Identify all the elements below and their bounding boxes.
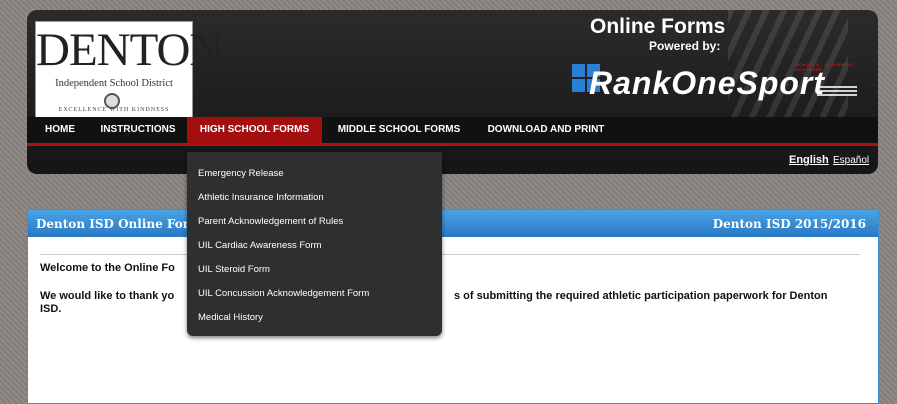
nav-instructions[interactable]: INSTRUCTIONS <box>93 117 183 143</box>
lang-english-link[interactable]: English <box>789 154 829 166</box>
logo-subtitle: Independent School District <box>55 78 173 89</box>
thanks-text-start: We would like to thank yo <box>40 290 175 302</box>
rankone-brand-name[interactable]: RankOneSport <box>589 65 825 102</box>
menu-item-steroid-form[interactable]: UIL Steroid Form <box>198 264 270 275</box>
thanks-text-end: s of submitting the required athletic pa… <box>454 290 828 302</box>
lang-spanish-link[interactable]: Español <box>833 155 869 166</box>
nav-home[interactable]: HOME <box>40 117 80 143</box>
logo-name: DENTON <box>36 24 223 76</box>
menu-item-emergency-release[interactable]: Emergency Release <box>198 168 284 179</box>
main-nav: HOME INSTRUCTIONS HIGH SCHOOL FORMS MIDD… <box>27 117 878 146</box>
panel-year: Denton ISD 2015/2016 <box>712 217 866 231</box>
site-header: DENTON Independent School District EXCEL… <box>27 10 878 174</box>
content-panel: Denton ISD Online For Denton ISD 2015/20… <box>27 209 879 404</box>
powered-by-label: Powered by: <box>649 39 721 53</box>
online-forms-title: Online Forms <box>590 15 726 38</box>
menu-item-medical-history[interactable]: Medical History <box>198 312 263 323</box>
divider <box>40 254 860 255</box>
welcome-text: Welcome to the Online Fo <box>40 262 175 274</box>
thanks-text-line2: ISD. <box>40 303 62 315</box>
nav-download-and-print[interactable]: DOWNLOAD AND PRINT <box>481 117 611 143</box>
menu-item-athletic-insurance[interactable]: Athletic Insurance Information <box>198 192 324 203</box>
speed-lines-decoration <box>817 86 857 96</box>
logo-motto: EXCELLENCE WITH KINDNESS <box>58 107 170 113</box>
menu-item-cardiac-awareness[interactable]: UIL Cardiac Awareness Form <box>198 240 322 251</box>
menu-item-concussion-acknowledgement[interactable]: UIL Concussion Acknowledgement Form <box>198 288 369 299</box>
nav-high-school-forms[interactable]: HIGH SCHOOL FORMS <box>187 117 322 143</box>
menu-item-parent-acknowledgement[interactable]: Parent Acknowledgement of Rules <box>198 216 343 227</box>
nav-middle-school-forms[interactable]: MIDDLE SCHOOL FORMS <box>329 117 469 143</box>
panel-title: Denton ISD Online For <box>36 217 190 231</box>
high-school-forms-dropdown: Emergency Release Athletic Insurance Inf… <box>187 152 442 336</box>
district-logo[interactable]: DENTON Independent School District EXCEL… <box>35 21 223 119</box>
panel-header: Denton ISD Online For Denton ISD 2015/20… <box>28 210 878 237</box>
